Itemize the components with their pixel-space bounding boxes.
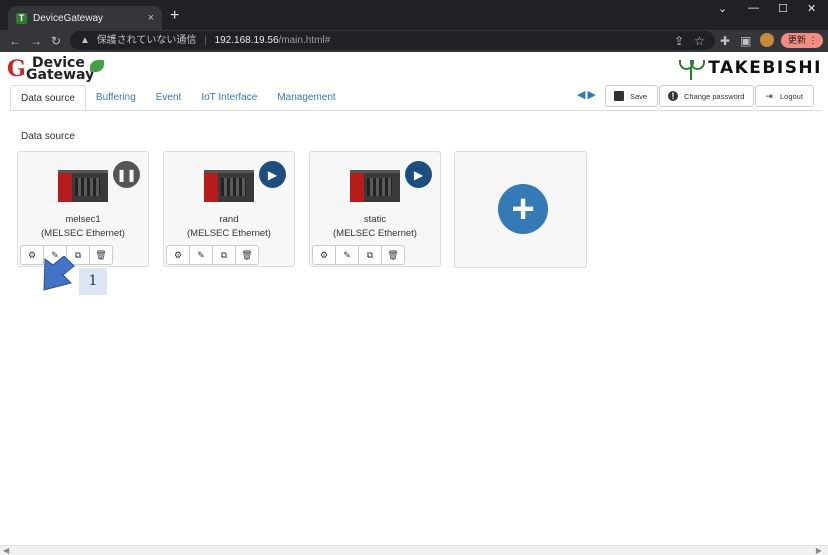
reload-button[interactable]: ↻ — [51, 33, 61, 49]
datasource-card: ▶ static (MELSEC Ethernet) ⚙ ✎ ⧉ 🗑 — [309, 151, 441, 267]
change-password-label: Change password — [684, 91, 745, 101]
devicegateway-logo: G Device Gateway — [6, 54, 106, 84]
card-actions: ⚙ ✎ ⧉ 🗑 — [312, 245, 405, 265]
main-tabs: Data source Buffering Event IoT Interfac… — [10, 85, 346, 111]
sprout-icon — [678, 56, 706, 80]
play-icon[interactable]: ▶ — [405, 161, 432, 188]
play-icon[interactable]: ▶ — [259, 161, 286, 188]
url-input[interactable]: ▲ 保護されていない通信 | 192.168.19.56/main.html# — [70, 31, 715, 50]
takebishi-brand: TAKEBISHI — [678, 55, 822, 81]
brand-name: TAKEBISHI — [708, 58, 822, 78]
card-name: static — [363, 214, 387, 225]
horizontal-scrollbar[interactable]: ◀ ▶ — [0, 545, 828, 555]
logo-mark: G — [7, 56, 26, 82]
change-password-button[interactable]: ! Change password — [659, 85, 754, 107]
tab-management[interactable]: Management — [267, 85, 345, 111]
scroll-right-icon[interactable]: ▶ — [816, 546, 822, 555]
card-name: rand — [219, 214, 239, 225]
browser-tab-bar: T DeviceGateway × + ⌄ — ☐ ✕ — [0, 0, 828, 30]
warning-icon: ▲ — [80, 35, 90, 46]
card-protocol: (MELSEC Ethernet) — [333, 228, 417, 239]
plc-device-image — [58, 170, 108, 202]
url-separator: | — [204, 35, 207, 46]
save-label: Save — [630, 91, 648, 101]
delete-button[interactable]: 🗑 — [381, 245, 405, 265]
section-title: Data source — [21, 131, 75, 142]
callout-number: 1 — [79, 268, 107, 295]
minimize-button[interactable]: — — [748, 2, 759, 14]
pointer-arrow-icon — [43, 256, 75, 291]
maximize-button[interactable]: ☐ — [778, 2, 788, 15]
card-protocol: (MELSEC Ethernet) — [187, 228, 271, 239]
tab-buffering[interactable]: Buffering — [86, 85, 146, 111]
delete-button[interactable]: 🗑 — [89, 245, 113, 265]
card-protocol: (MELSEC Ethernet) — [41, 228, 125, 239]
save-button[interactable]: Save — [605, 85, 658, 107]
card-actions: ⚙ ✎ ⧉ 🗑 — [166, 245, 259, 265]
tab-data-source[interactable]: Data source — [10, 85, 86, 111]
update-label: 更新 — [788, 35, 807, 45]
star-icon[interactable]: ☆ — [694, 33, 705, 49]
scroll-arrows: ◀▶ — [577, 88, 598, 101]
logout-button[interactable]: ⇥ Logout — [755, 85, 814, 107]
pause-icon[interactable]: ❚❚ — [113, 161, 140, 188]
datasource-card: ▶ rand (MELSEC Ethernet) ⚙ ✎ ⧉ 🗑 — [163, 151, 295, 267]
plc-device-image — [350, 170, 400, 202]
back-button[interactable]: ← — [9, 33, 21, 49]
close-tab-icon[interactable]: × — [148, 12, 154, 24]
new-tab-button[interactable]: + — [170, 6, 179, 26]
arrow-left-icon[interactable]: ◀ — [577, 89, 587, 101]
card-name: melsec1 — [65, 214, 101, 225]
add-datasource-card[interactable]: + — [454, 151, 587, 268]
tabs-divider — [10, 110, 822, 111]
browser-tab[interactable]: T DeviceGateway × — [8, 6, 162, 30]
plus-icon[interactable]: + — [498, 184, 548, 234]
settings-button[interactable]: ⚙ — [166, 245, 190, 265]
update-button[interactable]: 更新 ⋮ — [781, 33, 823, 48]
logo-line2: Gateway — [26, 67, 95, 83]
alert-icon: ! — [668, 91, 678, 101]
browser-tab-title: DeviceGateway — [33, 12, 104, 24]
tab-iot-interface[interactable]: IoT Interface — [191, 85, 267, 111]
sidebar-icon[interactable]: ▣ — [740, 33, 751, 49]
address-bar: ← → ↻ ▲ 保護されていない通信 | 192.168.19.56/main.… — [0, 30, 828, 52]
logout-icon: ⇥ — [765, 91, 773, 101]
copy-button[interactable]: ⧉ — [358, 245, 382, 265]
favicon-icon: T — [16, 12, 27, 24]
scroll-left-icon[interactable]: ◀ — [3, 546, 9, 555]
edit-button[interactable]: ✎ — [335, 245, 359, 265]
tab-event[interactable]: Event — [146, 85, 192, 111]
floppy-icon — [614, 91, 624, 101]
url-path: /main.html# — [278, 35, 331, 46]
url-host: 192.168.19.56 — [214, 35, 279, 46]
profile-avatar[interactable] — [760, 33, 774, 47]
share-icon[interactable]: ⇪ — [674, 33, 684, 49]
logout-label: Logout — [780, 91, 803, 101]
plc-device-image — [204, 170, 254, 202]
delete-button[interactable]: 🗑 — [235, 245, 259, 265]
settings-button[interactable]: ⚙ — [312, 245, 336, 265]
copy-button[interactable]: ⧉ — [212, 245, 236, 265]
datasource-card: ❚❚ melsec1 (MELSEC Ethernet) ⚙ ✎ ⧉ 🗑 — [17, 151, 149, 267]
window-close-button[interactable]: ✕ — [807, 2, 816, 15]
arrow-right-icon[interactable]: ▶ — [587, 89, 597, 101]
edit-button[interactable]: ✎ — [189, 245, 213, 265]
leaf-icon — [90, 60, 104, 72]
extensions-icon[interactable]: ✚ — [720, 33, 730, 49]
tab-search-icon[interactable]: ⌄ — [718, 2, 727, 15]
insecure-label: 保護されていない通信 — [96, 35, 197, 46]
forward-button[interactable]: → — [30, 33, 42, 49]
